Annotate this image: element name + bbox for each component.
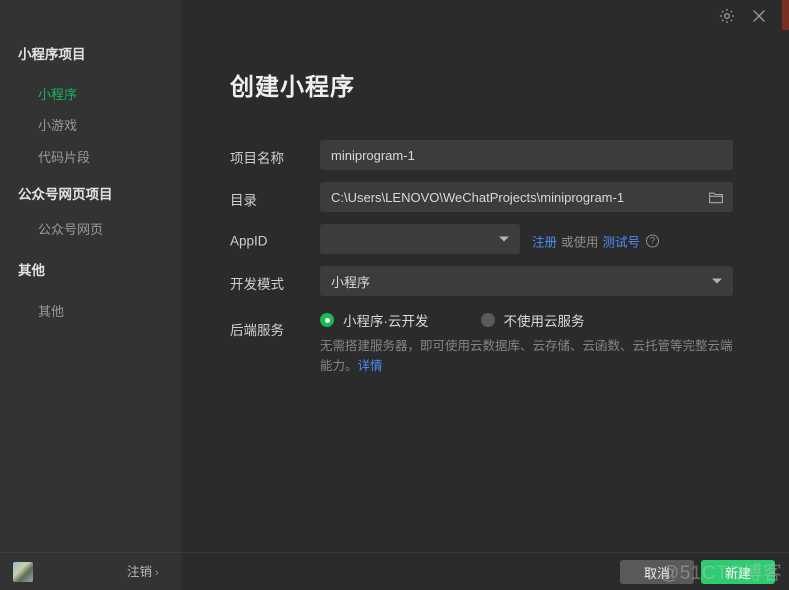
chevron-right-icon: › xyxy=(155,567,159,579)
sidebar-group-title-official-account: 公众号网页项目 xyxy=(0,188,113,202)
detail-link[interactable]: 详情 xyxy=(358,359,383,373)
main-content: 创建小程序 项目名称 miniprogram-1 目录 C:\Users\LEN… xyxy=(181,0,789,590)
create-label: 新建 xyxy=(725,563,751,582)
page-title: 创建小程序 xyxy=(230,67,355,102)
create-miniprogram-dialog: 小程序项目 小程序 小游戏 代码片段 公众号网页项目 公众号网页 其他 其他 xyxy=(0,0,789,590)
form-row-dev-mode: 开发模式 小程序 xyxy=(181,266,789,300)
radio-cloud-development[interactable]: 小程序·云开发 xyxy=(320,310,429,330)
radio-unselected-icon xyxy=(481,313,495,327)
appid-label: AppID xyxy=(230,234,318,249)
sidebar-item-official-account-page[interactable]: 公众号网页 xyxy=(0,223,103,236)
form-row-backend-service: 后端服务 小程序·云开发 不使用云服务 无需搭建服务器，即可使用云数据库、云存储… xyxy=(181,308,789,384)
project-name-input[interactable]: miniprogram-1 xyxy=(320,140,733,170)
sidebar: 小程序项目 小程序 小游戏 代码片段 公众号网页项目 公众号网页 其他 其他 xyxy=(0,0,181,590)
radio-selected-icon xyxy=(320,313,334,327)
backend-service-description: 无需搭建服务器，即可使用云数据库、云存储、云函数、云托管等完整云端能力。详情 xyxy=(320,336,736,376)
appid-select[interactable] xyxy=(320,224,520,254)
sidebar-group-title-miniprogram: 小程序项目 xyxy=(0,48,86,62)
form-row-project-name: 项目名称 miniprogram-1 xyxy=(181,140,789,174)
test-account-link[interactable]: 测试号 xyxy=(603,232,641,251)
appid-or-text: 或使用 xyxy=(561,232,599,251)
question-mark-icon[interactable]: ? xyxy=(646,235,659,248)
appid-help-links: 注册 或使用 测试号 ? xyxy=(532,232,659,251)
create-button[interactable]: 新建 xyxy=(701,560,775,584)
sidebar-item-label: 公众号网页 xyxy=(38,222,103,237)
dev-mode-value: 小程序 xyxy=(331,272,722,291)
register-link[interactable]: 注册 xyxy=(532,232,557,251)
directory-value: C:\Users\LENOVO\WeChatProjects\miniprogr… xyxy=(331,190,722,205)
avatar[interactable] xyxy=(13,562,33,582)
project-name-label: 项目名称 xyxy=(230,147,318,167)
sidebar-item-label: 代码片段 xyxy=(38,150,90,165)
sidebar-item-miniprogram[interactable]: 小程序 xyxy=(0,88,77,101)
sidebar-group-title-other: 其他 xyxy=(0,264,45,278)
project-name-value: miniprogram-1 xyxy=(331,148,722,163)
logout-label: 注销 xyxy=(127,565,152,579)
sidebar-item-other[interactable]: 其他 xyxy=(0,305,64,318)
logout-button[interactable]: 注销› xyxy=(127,562,159,583)
dev-mode-label: 开发模式 xyxy=(230,273,318,293)
radio-label: 不使用云服务 xyxy=(504,310,585,330)
form-row-directory: 目录 C:\Users\LENOVO\WeChatProjects\minipr… xyxy=(181,182,789,216)
folder-icon[interactable] xyxy=(708,189,724,205)
dev-mode-select[interactable]: 小程序 xyxy=(320,266,733,296)
chevron-down-icon[interactable] xyxy=(712,279,722,284)
description-line-2: 力。 xyxy=(333,359,358,373)
cancel-button[interactable]: 取消 xyxy=(620,560,694,584)
backend-service-radio-group: 小程序·云开发 不使用云服务 xyxy=(320,310,585,330)
backend-service-label: 后端服务 xyxy=(230,319,318,339)
sidebar-item-label: 小游戏 xyxy=(38,118,77,133)
directory-label: 目录 xyxy=(230,189,318,209)
sidebar-item-label: 其他 xyxy=(38,304,64,319)
radio-label: 小程序·云开发 xyxy=(343,310,429,330)
create-project-form: 项目名称 miniprogram-1 目录 C:\Users\LENOVO\We… xyxy=(181,140,789,392)
cancel-label: 取消 xyxy=(644,563,670,582)
radio-no-cloud-service[interactable]: 不使用云服务 xyxy=(481,310,585,330)
sidebar-item-code-snippet[interactable]: 代码片段 xyxy=(0,151,90,164)
form-row-appid: AppID 注册 或使用 测试号 ? xyxy=(181,224,789,258)
sidebar-item-minigame[interactable]: 小游戏 xyxy=(0,119,77,132)
footer-divider xyxy=(181,552,789,553)
sidebar-item-label: 小程序 xyxy=(38,87,77,102)
sidebar-bottom-divider xyxy=(0,552,181,553)
chevron-down-icon[interactable] xyxy=(499,237,509,242)
directory-input[interactable]: C:\Users\LENOVO\WeChatProjects\miniprogr… xyxy=(320,182,733,212)
